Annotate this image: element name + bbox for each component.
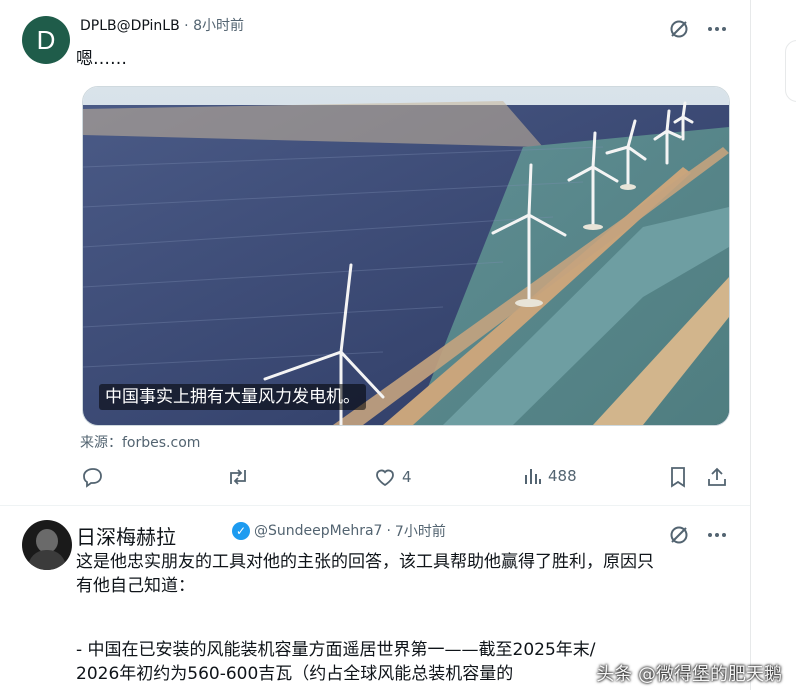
repost-button[interactable]	[226, 466, 250, 488]
more-icon[interactable]	[706, 524, 728, 546]
like-button[interactable]: 4	[374, 466, 412, 488]
avatar[interactable]	[22, 520, 72, 570]
media-source[interactable]: 来源：forbes.com	[80, 432, 200, 452]
like-count: 4	[402, 468, 412, 486]
post-time[interactable]: 8小时前	[193, 18, 244, 34]
bookmark-icon	[668, 466, 688, 488]
post-text-line: 这是他忠实朋友的工具对他的主张的回答，该工具帮助他赢得了胜利，原因只	[76, 552, 654, 572]
view-count: 488	[548, 467, 577, 485]
avatar-body	[28, 550, 66, 570]
grok-icon[interactable]	[668, 18, 690, 40]
verified-icon: ✓	[232, 522, 250, 540]
avatar[interactable]: D	[22, 16, 70, 64]
avatar-letter: D	[36, 24, 56, 55]
post-top-actions	[668, 18, 728, 40]
sidebar-fragment	[785, 40, 796, 102]
post-top-actions	[668, 524, 728, 546]
share-button[interactable]	[706, 466, 728, 488]
watermark: 头条 @微得堡的肥天鹅	[596, 664, 782, 685]
like-icon	[374, 466, 396, 488]
more-icon[interactable]	[706, 18, 728, 40]
post-media-image[interactable]: 中国事实上拥有大量风力发电机。	[82, 86, 730, 426]
post-header: ✓ @SundeepMehra7 · 7小时前	[232, 521, 446, 541]
right-sidebar-edge	[751, 0, 796, 690]
views-button[interactable]: 488	[522, 466, 577, 486]
author-handle[interactable]: @SundeepMehra7	[254, 523, 382, 539]
author-handle[interactable]: DPLB@DPinLB	[80, 18, 180, 34]
media-caption: 中国事实上拥有大量风力发电机。	[99, 384, 366, 410]
post-text-line: 有他自己知道：	[76, 576, 195, 596]
bookmark-button[interactable]	[668, 466, 688, 488]
post-action-bar: 4 488	[82, 466, 732, 490]
post-header: DPLB@DPinLB · 8小时前	[80, 18, 244, 34]
timeline-column: D DPLB@DPinLB · 8小时前 嗯…… 中国事实上拥有大量风力发电机。…	[0, 0, 751, 690]
post-text: 嗯……	[76, 49, 127, 69]
author-name[interactable]: 日深梅赫拉	[76, 521, 176, 550]
separator: ·	[386, 523, 391, 539]
post-text-line: - 中国在已安装的风能装机容量方面遥居世界第一——截至2025年末/	[76, 640, 596, 660]
share-icon	[706, 466, 728, 488]
repost-icon	[226, 466, 250, 488]
grok-icon[interactable]	[668, 524, 690, 546]
reply-button[interactable]	[82, 466, 104, 488]
post-time[interactable]: 7小时前	[395, 521, 446, 541]
reply-icon	[82, 466, 104, 488]
wind-solar-photo	[83, 87, 729, 425]
post[interactable]: D DPLB@DPinLB · 8小时前 嗯…… 中国事实上拥有大量风力发电机。…	[0, 0, 750, 506]
views-icon	[522, 466, 542, 486]
